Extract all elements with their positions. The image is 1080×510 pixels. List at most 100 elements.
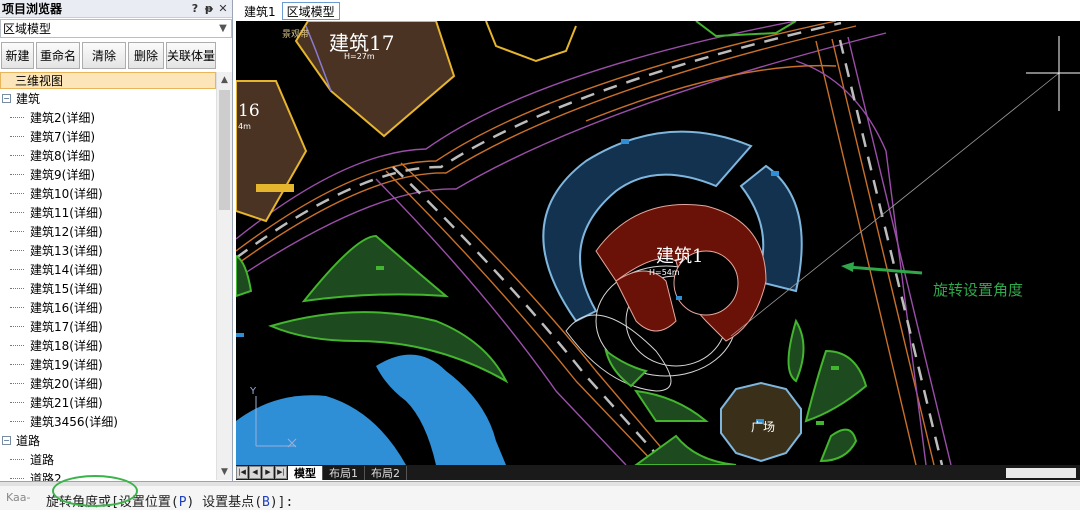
command-key-b: B xyxy=(262,495,270,510)
tree-item-building[interactable]: 建筑11(详细) xyxy=(0,203,216,222)
tree-item-label: 道路2 xyxy=(30,472,62,481)
tree-item-building[interactable]: 建筑18(详细) xyxy=(0,336,216,355)
link-mass-button[interactable]: 关联体量 xyxy=(166,42,216,69)
chevron-down-icon: ▼ xyxy=(219,23,227,34)
tree-view: 三维视图 − 建筑 建筑2(详细) 建筑7(详细) 建筑8(详细) 建筑9(详细) 建筑… xyxy=(0,72,233,481)
tree-connector xyxy=(10,231,24,232)
tree-item-label: 建筑21(详细) xyxy=(30,396,103,410)
tree-item-building[interactable]: 建筑19(详细) xyxy=(0,355,216,374)
tree-item-building[interactable]: 建筑15(详细) xyxy=(0,279,216,298)
horizontal-scrollbar[interactable] xyxy=(1006,467,1076,478)
tree-item-label: 建筑19(详细) xyxy=(30,358,103,372)
tree-item-building[interactable]: 建筑21(详细) xyxy=(0,393,216,412)
clear-button[interactable]: 清除 xyxy=(82,42,126,69)
tree-item-building[interactable]: 建筑3456(详细) xyxy=(0,412,216,431)
new-button[interactable]: 新建 xyxy=(1,42,34,69)
tab-area-model[interactable]: 区域模型 xyxy=(281,2,340,20)
scroll-up-icon[interactable]: ▲ xyxy=(217,72,232,88)
tree-connector xyxy=(10,307,24,308)
tree-item-building[interactable]: 建筑8(详细) xyxy=(0,146,216,165)
tree-item-building[interactable]: 建筑13(详细) xyxy=(0,241,216,260)
command-key-p: P xyxy=(178,495,187,510)
tree-item-building[interactable]: 建筑2(详细) xyxy=(0,108,216,127)
command-line[interactable]: Kaa- 旋转角度或[设置位置(P) 设置基点(B)]: xyxy=(0,475,1080,510)
tree-group-label: 道路 xyxy=(16,434,41,448)
tree-item-road[interactable]: 道路 xyxy=(0,450,216,469)
help-icon[interactable]: ? xyxy=(188,2,202,15)
tree-connector xyxy=(10,402,24,403)
tree-item-building[interactable]: 建筑10(详细) xyxy=(0,184,216,203)
drawing-canvas[interactable]: Y 建筑17 H=27m 景观带 16 4m 建筑1 H=54m 广场 旋转设置… xyxy=(236,21,1080,465)
tree-connector xyxy=(10,117,24,118)
tree-item-building[interactable]: 建筑12(详细) xyxy=(0,222,216,241)
tree-item-label: 建筑10(详细) xyxy=(30,187,103,201)
tree-connector xyxy=(10,383,24,384)
tab-layout-1[interactable]: 布局1 xyxy=(323,465,365,480)
tree-item-building[interactable]: 建筑16(详细) xyxy=(0,298,216,317)
tree-group-buildings[interactable]: − 建筑 xyxy=(0,89,216,108)
delete-button[interactable]: 删除 xyxy=(128,42,164,69)
rename-button[interactable]: 重命名 xyxy=(36,42,80,69)
next-tab-icon[interactable]: ▶ xyxy=(262,466,274,479)
scrollbar-thumb[interactable] xyxy=(219,90,230,210)
tree-item-label: 建筑9(详细) xyxy=(30,168,95,182)
label-building-16-height: 4m xyxy=(238,122,251,131)
prev-tab-icon[interactable]: ◀ xyxy=(249,466,261,479)
tree-scrollbar[interactable]: ▲ ▼ xyxy=(216,72,232,480)
label-building-1: 建筑1 xyxy=(656,246,704,267)
scroll-down-icon[interactable]: ▼ xyxy=(217,464,232,480)
label-building-1-height: H=54m xyxy=(649,268,680,277)
pin-icon[interactable]: ᵽ xyxy=(202,2,216,15)
tree-item-label: 建筑14(详细) xyxy=(30,263,103,277)
model-dropdown-value: 区域模型 xyxy=(3,22,52,36)
tree-connector xyxy=(10,326,24,327)
tree-item-label: 建筑12(详细) xyxy=(30,225,103,239)
tree-connector xyxy=(10,174,24,175)
first-tab-icon[interactable]: |◀ xyxy=(236,466,248,479)
label-landscape: 景观带 xyxy=(282,30,310,40)
rotate-angle-annotation: 旋转设置角度 xyxy=(933,281,1024,299)
tree-item-label: 建筑11(详细) xyxy=(30,206,103,220)
command-suffix: ]: xyxy=(277,495,294,510)
tree-connector xyxy=(10,250,24,251)
tree-group-roads[interactable]: − 道路 xyxy=(0,431,216,450)
tree-item-label: 建筑17(详细) xyxy=(30,320,103,334)
close-icon[interactable]: ✕ xyxy=(216,2,230,15)
svg-text:Y: Y xyxy=(249,386,257,397)
tree-connector xyxy=(10,345,24,346)
collapse-icon[interactable]: − xyxy=(2,436,11,445)
last-tab-icon[interactable]: ▶| xyxy=(275,466,287,479)
collapse-icon[interactable]: − xyxy=(2,94,11,103)
tree-item-label: 建筑15(详细) xyxy=(30,282,103,296)
tree-connector xyxy=(10,269,24,270)
tree-item-label: 建筑2(详细) xyxy=(30,111,95,125)
tab-building-1[interactable]: 建筑1 xyxy=(240,2,280,20)
label-building-16: 16 xyxy=(238,101,260,121)
layout-tabs-bar: |◀ ◀ ▶ ▶| 模型 布局1 布局2 xyxy=(236,465,1080,480)
tree-item-label: 道路 xyxy=(30,453,55,467)
tree-connector xyxy=(10,478,24,479)
tree-item-building[interactable]: 建筑17(详细) xyxy=(0,317,216,336)
tree-item-building[interactable]: 建筑7(详细) xyxy=(0,127,216,146)
tree-connector xyxy=(10,212,24,213)
tree-connector xyxy=(10,193,24,194)
command-option-basepoint[interactable]: 设置基点 xyxy=(202,495,254,510)
tree-item-label: 建筑7(详细) xyxy=(30,130,95,144)
model-dropdown[interactable]: 区域模型 ▼ xyxy=(0,19,232,38)
tree-item-building[interactable]: 建筑9(详细) xyxy=(0,165,216,184)
tab-model[interactable]: 模型 xyxy=(288,465,323,480)
tree-item-building[interactable]: 建筑14(详细) xyxy=(0,260,216,279)
watermark: Kaa- xyxy=(6,491,31,504)
tree-connector xyxy=(10,421,24,422)
tree-item-label: 建筑20(详细) xyxy=(30,377,103,391)
tree-item-label: 建筑3456(详细) xyxy=(30,415,118,429)
tree-item-3d-view[interactable]: 三维视图 xyxy=(0,72,216,89)
panel-title: 项目浏览器 xyxy=(2,2,63,16)
tree-connector xyxy=(10,459,24,460)
tree-connector xyxy=(10,364,24,365)
tab-layout-2[interactable]: 布局2 xyxy=(365,465,407,480)
tree-item-label: 建筑13(详细) xyxy=(30,244,103,258)
document-tabs: 建筑1 区域模型 xyxy=(236,0,1080,20)
tree-item-building[interactable]: 建筑20(详细) xyxy=(0,374,216,393)
label-building-17-height: H=27m xyxy=(344,52,375,61)
